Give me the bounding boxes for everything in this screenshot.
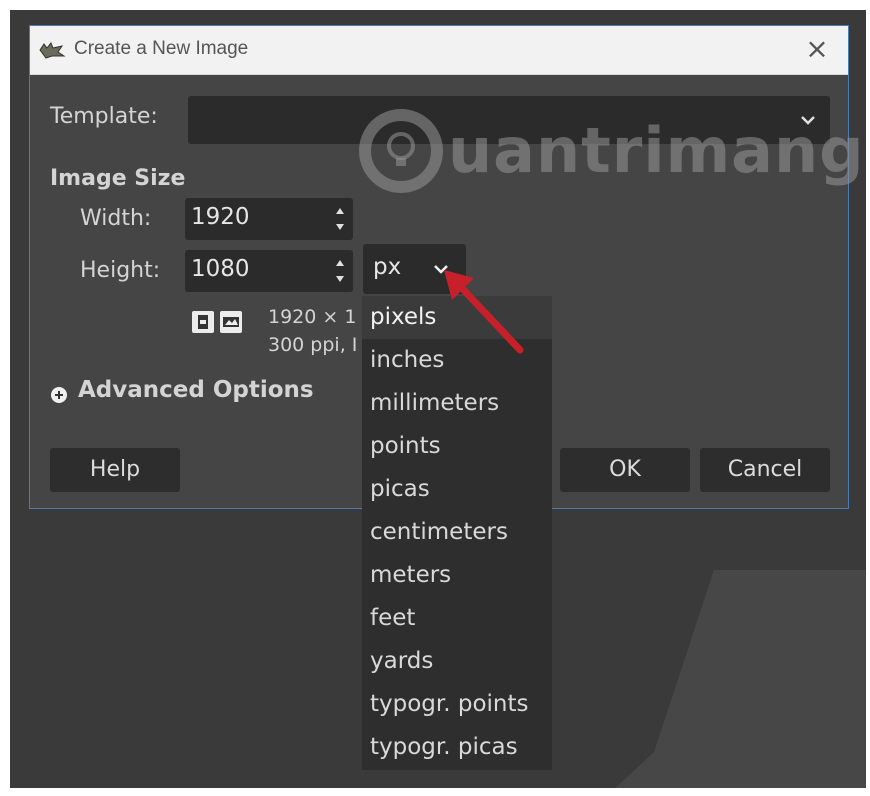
unit-menu-item[interactable]: typogr. picas xyxy=(362,726,552,769)
chevron-down-icon xyxy=(434,265,448,274)
unit-menu-item[interactable]: typogr. points xyxy=(362,683,552,726)
window-title: Create a New Image xyxy=(74,38,249,59)
title-bar: Create a New Image × xyxy=(30,26,848,75)
ok-button[interactable]: OK xyxy=(560,448,690,492)
unit-dropdown[interactable]: px xyxy=(363,244,466,294)
template-label: Template: xyxy=(50,104,158,129)
unit-menu-item[interactable]: millimeters xyxy=(362,382,552,425)
advanced-options-label[interactable]: Advanced Options xyxy=(78,377,314,403)
cancel-button[interactable]: Cancel xyxy=(700,448,830,492)
close-icon[interactable]: × xyxy=(802,34,832,64)
spin-arrows-icon[interactable] xyxy=(333,254,347,288)
unit-menu-item[interactable]: points xyxy=(362,425,552,468)
unit-menu-item[interactable]: meters xyxy=(362,554,552,597)
template-dropdown[interactable] xyxy=(188,96,830,144)
spin-arrows-icon[interactable] xyxy=(333,202,347,236)
width-value: 1920 xyxy=(191,204,250,230)
expand-icon[interactable] xyxy=(50,386,68,404)
size-info-line2: 300 ppi, I xyxy=(268,334,358,356)
chevron-down-icon xyxy=(801,116,815,125)
width-field[interactable]: 1920 xyxy=(185,198,353,240)
background-shape xyxy=(570,570,866,788)
unit-menu-item[interactable]: inches xyxy=(362,339,552,382)
unit-menu: pixels inches millimeters points picas c… xyxy=(362,296,552,770)
unit-menu-item[interactable]: yards xyxy=(362,640,552,683)
unit-value: px xyxy=(373,254,402,280)
unit-menu-item[interactable]: centimeters xyxy=(362,511,552,554)
portrait-icon[interactable] xyxy=(192,311,214,333)
height-label: Height: xyxy=(80,258,161,283)
unit-menu-item[interactable]: pixels xyxy=(362,296,552,339)
height-field[interactable]: 1080 xyxy=(185,250,353,292)
help-button[interactable]: Help xyxy=(50,448,180,492)
height-value: 1080 xyxy=(191,256,250,282)
landscape-icon[interactable] xyxy=(220,311,242,333)
size-info-line1: 1920 × 1 xyxy=(268,306,357,328)
image-size-heading: Image Size xyxy=(50,166,186,191)
unit-menu-item[interactable]: picas xyxy=(362,468,552,511)
width-label: Width: xyxy=(80,206,152,231)
gimp-icon xyxy=(39,42,66,59)
unit-menu-item[interactable]: feet xyxy=(362,597,552,640)
